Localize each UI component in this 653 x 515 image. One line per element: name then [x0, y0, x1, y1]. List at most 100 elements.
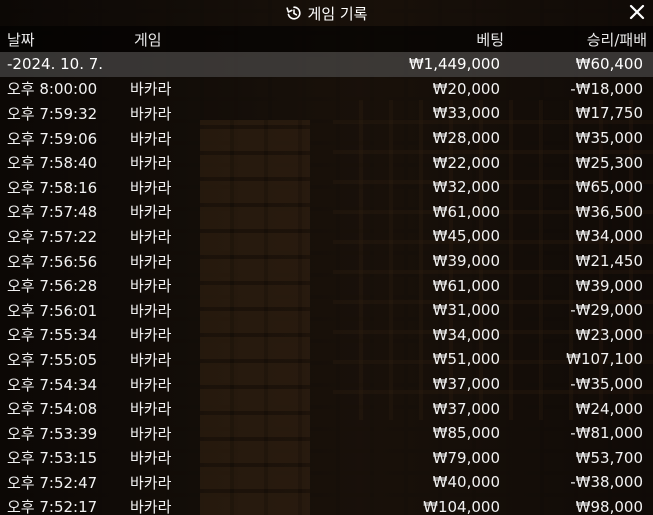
row-game: 바카라	[130, 154, 172, 173]
row-result: ₩23,000	[575, 325, 643, 344]
row-result: ₩107,100	[566, 350, 643, 369]
row-result: ₩53,700	[575, 448, 643, 467]
row-result: ₩21,450	[575, 252, 643, 271]
table-row[interactable]: 오후 7:57:48 바카라 ₩61,000 ₩36,500	[0, 200, 653, 225]
header-game: 게임	[134, 30, 162, 49]
row-time: 오후 7:56:01	[7, 301, 98, 320]
window-title: 게임 기록	[307, 4, 368, 23]
row-result: -₩29,000	[570, 301, 643, 320]
row-bet: ₩104,000	[423, 497, 500, 515]
row-time: 오후 7:57:22	[7, 227, 98, 246]
row-bet: ₩31,000	[432, 301, 500, 320]
table-row[interactable]: 오후 8:00:00 바카라 ₩20,000 -₩18,000	[0, 77, 653, 102]
table-header: 날짜 게임 베팅 승리/패배	[0, 26, 653, 52]
row-bet: ₩61,000	[432, 202, 500, 221]
table-row[interactable]: 오후 7:58:40 바카라 ₩22,000 ₩25,300	[0, 150, 653, 175]
date-group-row[interactable]: -2024. 10. 7. ₩1,449,000 ₩60,400	[0, 52, 653, 77]
table-row[interactable]: 오후 7:56:01 바카라 ₩31,000 -₩29,000	[0, 298, 653, 323]
row-time: 오후 7:55:34	[7, 326, 98, 345]
table-row[interactable]: 오후 7:59:06 바카라 ₩28,000 ₩35,000	[0, 126, 653, 151]
row-time: 오후 7:58:16	[7, 178, 98, 197]
row-bet: ₩45,000	[432, 227, 500, 246]
row-result: ₩65,000	[575, 178, 643, 197]
row-time: 오후 8:00:00	[7, 80, 98, 99]
row-result: -₩38,000	[570, 473, 643, 492]
table-row[interactable]: 오후 7:53:39 바카라 ₩85,000 -₩81,000	[0, 421, 653, 446]
row-bet: ₩28,000	[432, 129, 500, 148]
table-row[interactable]: 오후 7:56:56 바카라 ₩39,000 ₩21,450	[0, 249, 653, 274]
row-bet: ₩34,000	[432, 325, 500, 344]
row-game: 바카라	[130, 129, 172, 148]
row-game: 바카라	[130, 178, 172, 197]
row-time: 오후 7:52:47	[7, 473, 98, 492]
row-time: 오후 7:53:39	[7, 424, 98, 443]
row-game: 바카라	[130, 424, 172, 443]
row-time: 오후 7:56:56	[7, 252, 98, 271]
row-time: 오후 7:57:48	[7, 203, 98, 222]
row-game: 바카라	[130, 80, 172, 99]
row-bet: ₩37,000	[432, 399, 500, 418]
table-row[interactable]: 오후 7:52:17 바카라 ₩104,000 ₩98,000	[0, 495, 653, 515]
row-game: 바카라	[130, 326, 172, 345]
row-game: 바카라	[130, 498, 172, 515]
table-row[interactable]: 오후 7:54:34 바카라 ₩37,000 -₩35,000	[0, 372, 653, 397]
row-result: ₩34,000	[575, 227, 643, 246]
row-game: 바카라	[130, 104, 172, 123]
row-bet: ₩61,000	[432, 276, 500, 295]
row-result: ₩17,750	[575, 104, 643, 123]
row-result: -₩18,000	[570, 79, 643, 98]
close-icon	[629, 4, 645, 20]
row-game: 바카라	[130, 301, 172, 320]
game-history-table: 날짜 게임 베팅 승리/패배 -2024. 10. 7. ₩1,449,000 …	[0, 26, 653, 515]
row-result: -₩35,000	[570, 375, 643, 394]
row-game: 바카라	[130, 375, 172, 394]
row-time: 오후 7:55:05	[7, 350, 98, 369]
row-bet: ₩22,000	[432, 153, 500, 172]
table-row[interactable]: 오후 7:54:08 바카라 ₩37,000 ₩24,000	[0, 396, 653, 421]
row-game: 바카라	[130, 203, 172, 222]
header-result: 승리/패배	[586, 30, 647, 49]
title-bar: 게임 기록	[0, 0, 653, 26]
row-result: ₩39,000	[575, 276, 643, 295]
row-bet: ₩37,000	[432, 375, 500, 394]
row-result: ₩25,300	[575, 153, 643, 172]
table-row[interactable]: 오후 7:58:16 바카라 ₩32,000 ₩65,000	[0, 175, 653, 200]
row-time: 오후 7:58:40	[7, 154, 98, 173]
history-rows: 오후 8:00:00 바카라 ₩20,000 -₩18,000 오후 7:59:32 바카…	[0, 77, 653, 515]
header-bet: 베팅	[476, 30, 504, 49]
row-time: 오후 7:53:15	[7, 449, 98, 468]
row-time: 오후 7:56:28	[7, 277, 98, 296]
row-time: 오후 7:54:08	[7, 400, 98, 419]
row-result: ₩98,000	[575, 497, 643, 515]
row-result: -₩81,000	[570, 424, 643, 443]
row-game: 바카라	[130, 473, 172, 492]
row-bet: ₩32,000	[432, 178, 500, 197]
date-group-bet-total: ₩1,449,000	[408, 55, 500, 74]
row-time: 오후 7:59:32	[7, 104, 98, 123]
row-bet: ₩40,000	[432, 473, 500, 492]
row-game: 바카라	[130, 449, 172, 468]
row-time: 오후 7:52:17	[7, 498, 98, 515]
row-bet: ₩33,000	[432, 104, 500, 123]
row-bet: ₩51,000	[432, 350, 500, 369]
history-icon	[285, 5, 302, 21]
table-row[interactable]: 오후 7:55:05 바카라 ₩51,000 ₩107,100	[0, 347, 653, 372]
table-row[interactable]: 오후 7:56:28 바카라 ₩61,000 ₩39,000	[0, 273, 653, 298]
header-date: 날짜	[7, 30, 35, 49]
table-row[interactable]: 오후 7:53:15 바카라 ₩79,000 ₩53,700	[0, 446, 653, 471]
row-bet: ₩39,000	[432, 252, 500, 271]
table-row[interactable]: 오후 7:52:47 바카라 ₩40,000 -₩38,000	[0, 470, 653, 495]
row-game: 바카라	[130, 252, 172, 271]
table-row[interactable]: 오후 7:59:32 바카라 ₩33,000 ₩17,750	[0, 101, 653, 126]
row-bet: ₩85,000	[432, 424, 500, 443]
row-time: 오후 7:54:34	[7, 375, 98, 394]
row-bet: ₩20,000	[432, 79, 500, 98]
date-group-label: -2024. 10. 7.	[7, 55, 104, 74]
row-result: ₩35,000	[575, 129, 643, 148]
table-row[interactable]: 오후 7:55:34 바카라 ₩34,000 ₩23,000	[0, 323, 653, 348]
row-game: 바카라	[130, 400, 172, 419]
close-button[interactable]	[627, 2, 647, 22]
row-time: 오후 7:59:06	[7, 129, 98, 148]
row-result: ₩36,500	[575, 202, 643, 221]
table-row[interactable]: 오후 7:57:22 바카라 ₩45,000 ₩34,000	[0, 224, 653, 249]
